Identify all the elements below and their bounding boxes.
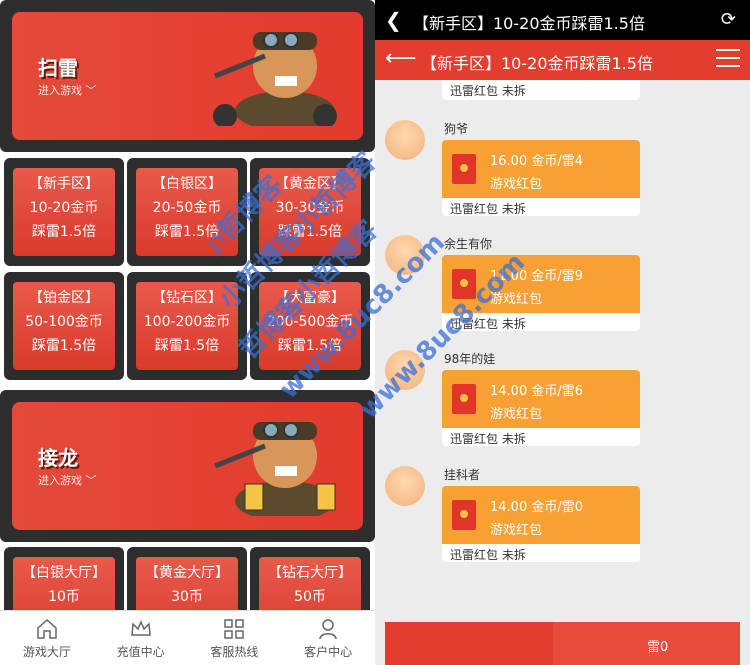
zone-name: 【铂金区】 (29, 290, 99, 306)
nickname: 狗爷 (444, 122, 469, 136)
packet-type: 游戏红包 (490, 292, 543, 307)
tab-label: 客服热线 (210, 645, 259, 659)
banner-card[interactable]: 接龙 进入游戏 ﹀ (12, 402, 363, 530)
hall-name: 【黄金大厅】 (145, 565, 229, 581)
tab-customer-center[interactable]: 客户中心 (281, 611, 375, 665)
tab-label: 客户中心 (304, 645, 353, 659)
packet-type: 游戏红包 (490, 523, 543, 538)
bottom-tab-bar: 游戏大厅 充值中心 客服热线 客户中心 (0, 610, 375, 665)
chat-message: 余生有你 11.00 金币/雷9 游戏红包 迅雷红包 未拆 (375, 233, 750, 348)
hall-coins: 50币 (294, 589, 326, 605)
back-chevron-icon[interactable]: ❮ (385, 8, 402, 32)
user-icon (319, 619, 337, 640)
grid-icon (224, 619, 245, 639)
enter-game-link[interactable]: 进入游戏 ﹀ (38, 472, 97, 488)
packet-status: 迅雷红包 未拆 (450, 84, 526, 98)
hall-coins: 10币 (48, 589, 80, 605)
tab-label: 充值中心 (116, 645, 165, 659)
zone-tile-diamond[interactable]: 【钻石区】 100-200金币 踩雷1.5倍 (127, 272, 247, 380)
zone-range: 20-50金币 (152, 200, 222, 216)
crown-icon (130, 620, 151, 636)
bottom-partial-banner: 雷0 (385, 622, 740, 665)
zone-name: 【白银区】 (152, 176, 222, 192)
zone-tile-silver[interactable]: 【白银区】 20-50金币 踩雷1.5倍 (127, 158, 247, 266)
zone-range: 30-30金币 (275, 200, 345, 216)
hall-coins: 30币 (171, 589, 203, 605)
red-envelope-icon (452, 384, 476, 414)
zone-name: 【新手区】 (29, 176, 99, 192)
zone-rate: 踩雷1.5倍 (277, 338, 343, 354)
zone-rate: 踩雷1.5倍 (31, 338, 97, 354)
minesweeper-banner[interactable]: 扫雷 进入游戏 ﹀ (0, 0, 375, 152)
zone-tile-tycoon[interactable]: 【大富豪】 200-500金币 踩雷1.5倍 (250, 272, 370, 380)
previous-packet-footer: 迅雷红包 未拆 (442, 80, 640, 100)
zone-range: 200-500金币 (266, 314, 354, 330)
red-packet[interactable]: 11.00 金币/雷9 游戏红包 迅雷红包 未拆 (442, 255, 640, 331)
packet-status: 迅雷红包 未拆 (450, 432, 526, 446)
zone-name: 【钻石区】 (152, 290, 222, 306)
zone-rate: 踩雷1.5倍 (31, 224, 97, 240)
nickname: 挂科者 (444, 468, 481, 482)
zone-rate: 踩雷1.5倍 (277, 224, 343, 240)
tab-game-lobby[interactable]: 游戏大厅 (0, 611, 94, 665)
zone-rate: 踩雷1.5倍 (154, 224, 220, 240)
red-packet[interactable]: 14.00 金币/雷0 游戏红包 迅雷红包 未拆 (442, 486, 640, 562)
zone-range: 50-100金币 (25, 314, 103, 330)
tab-recharge[interactable]: 充值中心 (94, 611, 188, 665)
room-title: 【新手区】10-20金币踩雷1.5倍 (421, 54, 653, 73)
nickname: 余生有你 (444, 237, 493, 251)
miner-with-cards-icon (214, 422, 336, 516)
browser-top-bar: ❮ 【新手区】10-20金币踩雷1.5倍 ⟳ (375, 0, 750, 40)
banner-card[interactable]: 扫雷 进入游戏 ﹀ (12, 12, 363, 140)
avatar (385, 466, 425, 506)
hall-name: 【白银大厅】 (22, 565, 106, 581)
home-icon (37, 618, 57, 639)
packet-amount: 14.00 金币/雷0 (490, 500, 583, 515)
packet-type: 游戏红包 (490, 407, 543, 422)
zone-name: 【大富豪】 (275, 290, 345, 306)
packet-amount: 14.00 金币/雷6 (490, 384, 583, 399)
browser-title: 【新手区】10-20金币踩雷1.5倍 (413, 14, 645, 33)
red-envelope-icon (452, 269, 476, 299)
zone-range: 10-20金币 (29, 200, 99, 216)
packet-type: 游戏红包 (490, 177, 543, 192)
miner-character-icon (213, 32, 337, 126)
packet-amount: 16.00 金币/雷4 (490, 154, 583, 169)
solitaire-banner[interactable]: 接龙 进入游戏 ﹀ (0, 390, 375, 542)
red-packet[interactable]: 14.00 金币/雷6 游戏红包 迅雷红包 未拆 (442, 370, 640, 446)
chat-message: 狗爷 16.00 金币/雷4 游戏红包 迅雷红包 未拆 (375, 118, 750, 233)
banner-title: 扫雷 (38, 56, 78, 80)
zone-rate: 踩雷1.5倍 (154, 338, 220, 354)
avatar (385, 350, 425, 390)
red-envelope-icon (452, 154, 476, 184)
packet-amount: 11.00 金币/雷9 (490, 269, 583, 284)
zone-tile-newbie[interactable]: 【新手区】 10-20金币 踩雷1.5倍 (4, 158, 124, 266)
red-envelope-icon (452, 500, 476, 530)
partial-text: 雷0 (647, 640, 669, 655)
back-arrow-icon[interactable]: ⟵ (385, 46, 417, 71)
enter-game-link[interactable]: 进入游戏 ﹀ (38, 82, 97, 98)
zone-name: 【黄金区】 (275, 176, 345, 192)
zone-range: 100-200金币 (143, 314, 231, 330)
chat-message: 98年的娃 14.00 金币/雷6 游戏红包 迅雷红包 未拆 (375, 348, 750, 463)
nickname: 98年的娃 (444, 352, 496, 366)
packet-status: 迅雷红包 未拆 (450, 202, 526, 216)
zone-tile-platinum[interactable]: 【铂金区】 50-100金币 踩雷1.5倍 (4, 272, 124, 380)
room-header: ⟵ 【新手区】10-20金币踩雷1.5倍 (375, 40, 750, 80)
chat-message: 挂科者 14.00 金币/雷0 游戏红包 迅雷红包 未拆 (375, 464, 750, 579)
zone-tile-gold[interactable]: 【黄金区】 30-30金币 踩雷1.5倍 (250, 158, 370, 266)
hall-name: 【钻石大厅】 (268, 565, 352, 581)
refresh-icon[interactable]: ⟳ (721, 9, 736, 30)
game-lobby-panel: 扫雷 进入游戏 ﹀ 【新手区】 10-20金币 踩雷1.5倍 【白银区】 20-50金… (0, 0, 375, 665)
banner-title: 接龙 (38, 446, 78, 470)
chat-room-panel: ❮ 【新手区】10-20金币踩雷1.5倍 ⟳ ⟵ 【新手区】10-20金币踩雷1… (375, 0, 750, 665)
avatar (385, 120, 425, 160)
tab-hotline[interactable]: 客服热线 (188, 611, 282, 665)
red-packet[interactable]: 16.00 金币/雷4 游戏红包 迅雷红包 未拆 (442, 140, 640, 216)
menu-icon[interactable] (716, 49, 740, 69)
packet-status: 迅雷红包 未拆 (450, 317, 526, 331)
avatar (385, 235, 425, 275)
tab-label: 游戏大厅 (22, 645, 71, 659)
packet-status: 迅雷红包 未拆 (450, 548, 526, 562)
